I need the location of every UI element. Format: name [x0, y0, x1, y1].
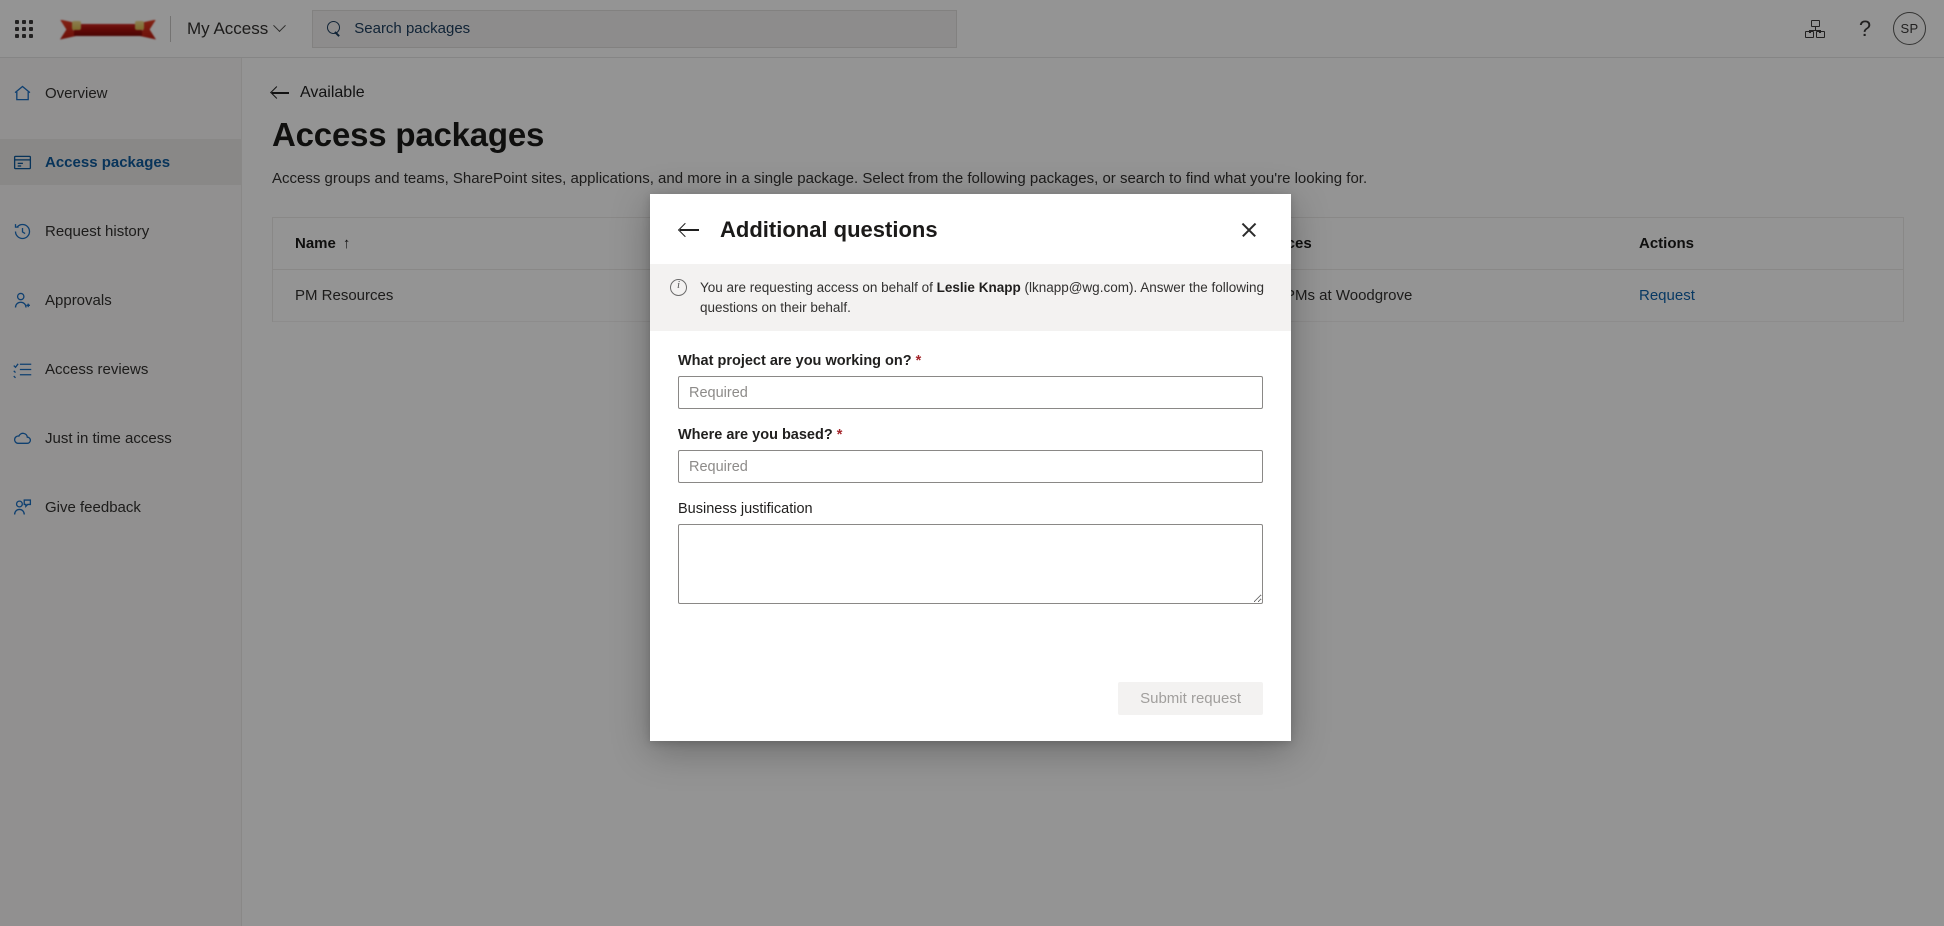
on-behalf-info-banner: You are requesting access on behalf of L…	[650, 264, 1291, 331]
dialog-footer: Submit request	[650, 674, 1291, 741]
field-justification-label: Business justification	[678, 501, 1263, 517]
field-project-label: What project are you working on? *	[678, 353, 1263, 369]
business-justification-textarea[interactable]	[678, 524, 1263, 604]
location-input[interactable]	[678, 450, 1263, 483]
submit-request-button[interactable]: Submit request	[1118, 682, 1263, 715]
required-asterisk: *	[916, 353, 922, 369]
field-location-label: Where are you based? *	[678, 427, 1263, 443]
info-person-name: Leslie Knapp	[937, 280, 1021, 295]
dialog-header: Additional questions	[650, 194, 1291, 258]
additional-questions-dialog: Additional questions You are requesting …	[650, 194, 1291, 741]
dialog-title: Additional questions	[720, 217, 938, 243]
info-icon	[670, 279, 687, 296]
info-banner-text: You are requesting access on behalf of L…	[700, 278, 1269, 317]
project-input[interactable]	[678, 376, 1263, 409]
field-project: What project are you working on? *	[678, 353, 1263, 409]
field-project-label-text: What project are you working on?	[678, 353, 912, 369]
info-prefix: You are requesting access on behalf of	[700, 280, 937, 295]
field-business-justification: Business justification	[678, 501, 1263, 609]
field-location: Where are you based? *	[678, 427, 1263, 483]
required-asterisk: *	[837, 427, 843, 443]
close-icon[interactable]	[1235, 216, 1263, 244]
app-root: My Access Search packages ?	[0, 0, 1944, 926]
dialog-form: What project are you working on? * Where…	[650, 331, 1291, 674]
dialog-back-arrow-icon[interactable]	[680, 222, 700, 238]
field-location-label-text: Where are you based?	[678, 427, 833, 443]
